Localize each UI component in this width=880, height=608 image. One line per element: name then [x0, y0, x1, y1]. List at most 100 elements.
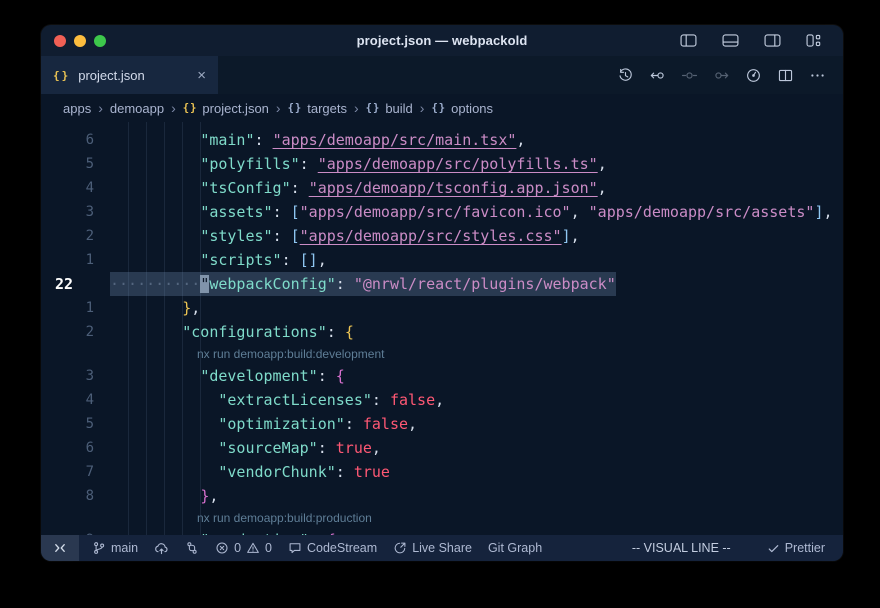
next-change-button[interactable]: [708, 62, 735, 89]
close-window-button[interactable]: [54, 35, 66, 47]
status-item-live-share[interactable]: Live Share: [385, 535, 480, 561]
breadcrumb-separator: ›: [420, 100, 425, 116]
editor[interactable]: 6 "main": "apps/demoapp/src/main.tsx",5 …: [41, 122, 843, 535]
status-item-prettier[interactable]: Prettier: [759, 541, 833, 555]
panel-right-button[interactable]: [759, 27, 786, 54]
cloud-upload-icon: [154, 541, 169, 556]
history-button[interactable]: [612, 62, 639, 89]
breadcrumb-item-options[interactable]: {}options: [431, 101, 493, 116]
line-number-gutter[interactable]: 6: [41, 128, 110, 152]
code-line[interactable]: 4 "tsConfig": "apps/demoapp/tsconfig.app…: [41, 176, 843, 200]
breadcrumb-label: project.json: [202, 101, 268, 116]
status-label: CodeStream: [307, 541, 377, 555]
breadcrumb-item-apps[interactable]: apps: [63, 101, 91, 116]
codelens-run-command[interactable]: nx run demoapp:build:development: [41, 344, 843, 364]
branch-icon: [92, 541, 106, 555]
error-icon: [215, 541, 229, 555]
status-label: 0: [265, 541, 272, 555]
status-item-git-branch[interactable]: main: [84, 535, 146, 561]
line-number-gutter[interactable]: 3: [41, 200, 110, 224]
code-line[interactable]: 1 "scripts": [],: [41, 248, 843, 272]
line-number: 6: [86, 128, 94, 152]
code-text: "configurations": {: [110, 320, 354, 344]
line-number-gutter[interactable]: 5: [41, 412, 110, 436]
check-icon: [767, 542, 780, 555]
code-text: "production": {: [110, 528, 336, 535]
code-line[interactable]: 1 },: [41, 296, 843, 320]
breadcrumb-item-targets[interactable]: {}targets: [288, 101, 347, 116]
comment-icon: [288, 541, 302, 555]
line-number-gutter[interactable]: 6: [41, 436, 110, 460]
status-item-problems[interactable]: 00: [207, 535, 280, 561]
status-item-git-compare[interactable]: [177, 535, 207, 561]
code-line[interactable]: 9 "production": {: [41, 528, 843, 535]
layout-controls: [675, 25, 828, 56]
panel-bottom-button[interactable]: [717, 27, 744, 54]
line-number-gutter[interactable]: 7: [41, 460, 110, 484]
code-line[interactable]: 5 "polyfills": "apps/demoapp/src/polyfil…: [41, 152, 843, 176]
previous-change-button[interactable]: [644, 62, 671, 89]
line-number: 5: [86, 412, 94, 436]
line-number-gutter[interactable]: 22: [41, 272, 110, 296]
json-brackets-icon: {}: [431, 102, 446, 114]
codelens-run-command[interactable]: nx run demoapp:build:production: [41, 508, 843, 528]
line-number-gutter[interactable]: 1: [41, 296, 110, 320]
breadcrumb-item-build[interactable]: {}build: [366, 101, 413, 116]
code-text: "tsConfig": "apps/demoapp/tsconfig.app.j…: [110, 176, 607, 200]
status-item-vim-mode[interactable]: -- VISUAL LINE --: [624, 541, 739, 555]
tab-bar: {} project.json ×: [41, 56, 843, 94]
line-number: 4: [86, 388, 94, 412]
code-line[interactable]: 6 "sourceMap": true,: [41, 436, 843, 460]
current-change-button[interactable]: [676, 62, 703, 89]
line-number-gutter[interactable]: 8: [41, 484, 110, 508]
split-editor-button[interactable]: [772, 62, 799, 89]
breadcrumb-item-project-json[interactable]: {}project.json: [183, 101, 269, 116]
line-number: 22: [55, 272, 73, 296]
code-line[interactable]: 2 "configurations": {: [41, 320, 843, 344]
status-label: Prettier: [785, 541, 825, 555]
line-number-gutter[interactable]: 2: [41, 320, 110, 344]
line-number-gutter[interactable]: 4: [41, 176, 110, 200]
code-line[interactable]: 3 "development": {: [41, 364, 843, 388]
status-right: -- VISUAL LINE -- Prettier: [624, 541, 833, 555]
line-number: 1: [86, 296, 94, 320]
timeline-button[interactable]: [740, 62, 767, 89]
line-number-gutter[interactable]: 4: [41, 388, 110, 412]
customize-layout-button[interactable]: [801, 27, 828, 54]
status-item-publish-changes[interactable]: [146, 535, 177, 561]
close-tab-icon[interactable]: ×: [197, 68, 206, 83]
minimize-window-button[interactable]: [74, 35, 86, 47]
code-line[interactable]: 3 "assets": ["apps/demoapp/src/favicon.i…: [41, 200, 843, 224]
more-actions-button[interactable]: [804, 62, 831, 89]
code-line[interactable]: 2 "styles": ["apps/demoapp/src/styles.cs…: [41, 224, 843, 248]
code-line-current[interactable]: 22··········"webpackConfig": "@nrwl/reac…: [41, 272, 843, 296]
line-number-gutter[interactable]: 3: [41, 364, 110, 388]
code-text: "main": "apps/demoapp/src/main.tsx",: [110, 128, 525, 152]
code-line[interactable]: 6 "main": "apps/demoapp/src/main.tsx",: [41, 128, 843, 152]
line-number-gutter[interactable]: 1: [41, 248, 110, 272]
status-item-remote-indicator[interactable]: [41, 535, 79, 561]
line-number-gutter[interactable]: 9: [41, 528, 110, 535]
breadcrumb-separator: ›: [354, 100, 359, 116]
vscode-window: project.json — webpackold {} project.jso…: [41, 25, 843, 561]
breadcrumb-label: build: [385, 101, 412, 116]
tab-project-json[interactable]: {} project.json ×: [41, 56, 218, 94]
remote-icon: [53, 541, 67, 555]
git-compare-icon: [185, 541, 199, 555]
status-bar: main00CodeStreamLive ShareGit Graph -- V…: [41, 535, 843, 561]
status-label: 0: [234, 541, 241, 555]
line-number-gutter[interactable]: 5: [41, 152, 110, 176]
window-controls: [54, 25, 106, 56]
code-line[interactable]: 4 "extractLicenses": false,: [41, 388, 843, 412]
code-line[interactable]: 5 "optimization": false,: [41, 412, 843, 436]
zoom-window-button[interactable]: [94, 35, 106, 47]
panel-left-button[interactable]: [675, 27, 702, 54]
code-line[interactable]: 7 "vendorChunk": true: [41, 460, 843, 484]
code-text: "styles": ["apps/demoapp/src/styles.css"…: [110, 224, 580, 248]
code-line[interactable]: 8 },: [41, 484, 843, 508]
timeline-icon: [745, 67, 762, 84]
status-item-git-graph[interactable]: Git Graph: [480, 535, 550, 561]
status-item-codestream[interactable]: CodeStream: [280, 535, 385, 561]
line-number-gutter[interactable]: 2: [41, 224, 110, 248]
breadcrumb-item-demoapp[interactable]: demoapp: [110, 101, 164, 116]
